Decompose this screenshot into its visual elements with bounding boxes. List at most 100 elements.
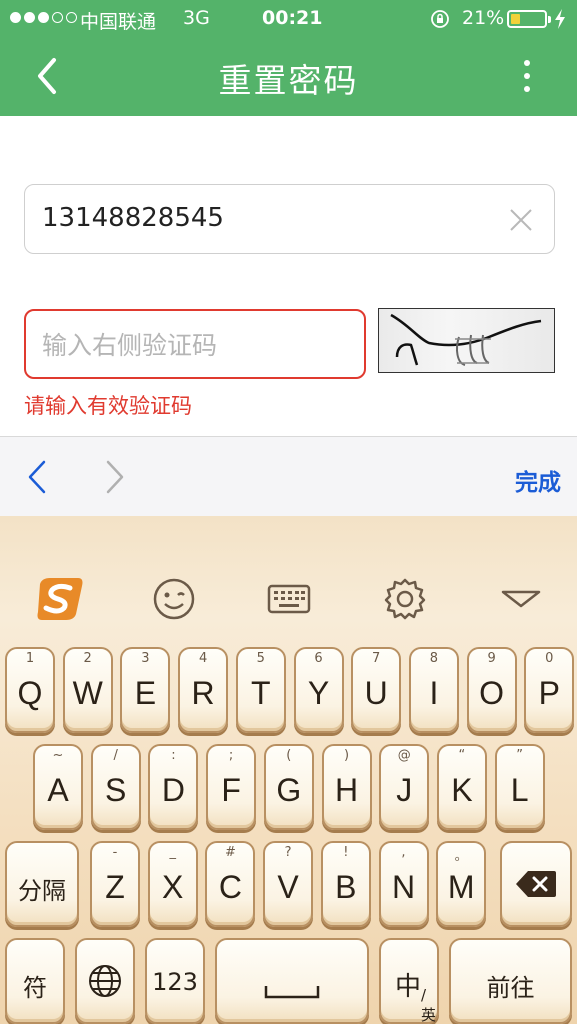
key-c[interactable]: # C — [205, 841, 256, 927]
key-k[interactable]: “K — [436, 744, 487, 830]
next-field-button[interactable] — [100, 457, 130, 497]
backspace-icon — [516, 871, 556, 897]
key-f[interactable]: ; F — [206, 744, 257, 830]
key-hint: ~ — [52, 748, 64, 763]
key-hint: 2 — [83, 651, 92, 666]
key-letter: F — [221, 772, 241, 808]
key-letter: D — [161, 772, 185, 808]
key-g[interactable]: (G — [263, 744, 314, 830]
key-hint: ! — [343, 845, 349, 860]
key-letter: C — [218, 869, 242, 905]
hide-keyboard-icon[interactable] — [498, 576, 544, 622]
key-t[interactable]: 5T — [235, 647, 286, 733]
key-letter: Q — [17, 675, 43, 711]
carrier-name: 中国联通 — [80, 11, 157, 33]
captcha-error-message: 请输入有效验证码 — [24, 394, 192, 418]
key-b[interactable]: ! B — [320, 841, 371, 927]
captcha-input[interactable] — [42, 325, 342, 365]
key-h[interactable]: ) H — [321, 744, 372, 830]
key-x[interactable]: _ X — [147, 841, 198, 927]
key-letter: G — [276, 772, 302, 808]
separator-key[interactable]: 分隔 — [5, 841, 79, 927]
emoji-icon[interactable] — [151, 576, 197, 622]
key-hint: @ — [397, 748, 411, 763]
key-hint: # — [224, 845, 236, 860]
key-hint: - — [112, 845, 118, 860]
key-d[interactable]: :D — [148, 744, 199, 830]
go-label: 前往 — [486, 974, 535, 1002]
key-v[interactable]: ? V — [263, 841, 314, 927]
key-a[interactable]: ~ A — [33, 744, 83, 830]
key-j[interactable]: @ J — [379, 744, 430, 830]
key-letter: R — [191, 675, 215, 711]
key-hint: , — [401, 845, 406, 860]
key-z[interactable]: -Z — [90, 841, 140, 927]
key-letter: L — [510, 772, 529, 808]
key-q[interactable]: 1Q — [5, 647, 55, 733]
key-e[interactable]: 3E — [120, 647, 171, 733]
key-letter: K — [451, 772, 473, 808]
key-letter: P — [538, 675, 560, 711]
done-button[interactable]: 完成 — [515, 463, 561, 497]
key-letter: Y — [307, 675, 330, 711]
key-hint: : — [171, 748, 176, 763]
key-i[interactable]: 8I — [408, 647, 459, 733]
key-y[interactable]: 6Y — [293, 647, 344, 733]
phone-field[interactable]: 13148828545 — [24, 184, 555, 254]
backspace-key[interactable] — [500, 841, 572, 927]
space-key[interactable] — [215, 938, 369, 1024]
key-hint: 3 — [141, 651, 150, 666]
phone-value: 13148828545 — [42, 203, 224, 233]
key-l[interactable]: ” L — [494, 744, 545, 830]
battery-icon — [507, 10, 551, 28]
language-sub-label: /英 — [421, 986, 437, 1024]
more-options-button[interactable] — [512, 56, 542, 96]
settings-gear-icon[interactable] — [382, 576, 428, 622]
key-s[interactable]: / S — [90, 744, 141, 830]
key-letter: Z — [105, 869, 125, 905]
symbol-key[interactable]: 符 — [5, 938, 65, 1024]
key-n[interactable]: ,N — [378, 841, 429, 927]
globe-key[interactable] — [75, 938, 135, 1024]
key-letter: A — [47, 772, 69, 808]
page-title: 重置密码 — [218, 61, 359, 100]
captcha-field[interactable] — [24, 309, 366, 379]
key-w[interactable]: 2W — [62, 647, 113, 733]
key-hint: ? — [284, 845, 292, 860]
key-o[interactable]: 9O — [466, 647, 517, 733]
key-letter: I — [429, 675, 439, 711]
sogou-logo-icon[interactable] — [34, 574, 88, 622]
key-letter: V — [277, 869, 299, 905]
signal-strength-icon — [10, 12, 77, 23]
key-hint: 4 — [198, 651, 208, 666]
key-hint: ” — [516, 748, 523, 763]
keyboard-toolbar — [0, 564, 577, 634]
language-switch-key[interactable]: 中/英 — [379, 938, 439, 1024]
key-hint: 1 — [25, 651, 35, 666]
ime-keyboard: 1 Q 2 W 3 E 4 R 5 T 6 Y 7 U 8 I 9 O 0 P ~ A / S: D; F(G) H @ J “K” L 分隔… — [0, 516, 577, 1024]
go-key[interactable]: 前往 — [449, 938, 572, 1024]
key-letter: N — [391, 869, 416, 905]
key-hint: “ — [458, 748, 466, 763]
key-letter: T — [251, 675, 271, 711]
key-letter: H — [334, 772, 359, 808]
key-hint: ( — [286, 748, 292, 763]
numbers-label: 123 — [152, 968, 198, 996]
numbers-key[interactable]: 123 — [145, 938, 205, 1024]
clear-icon[interactable] — [508, 207, 534, 233]
key-hint: 0 — [545, 651, 554, 666]
key-hint: 。 — [454, 849, 468, 864]
key-r[interactable]: 4R — [178, 647, 229, 733]
key-m[interactable]: 。 M — [436, 841, 487, 927]
key-letter: B — [335, 869, 357, 905]
previous-field-button[interactable] — [22, 457, 52, 497]
key-hint: ; — [228, 748, 234, 763]
key-u[interactable]: 7U — [351, 647, 402, 733]
captcha-image[interactable] — [378, 308, 555, 373]
key-letter: O — [479, 675, 505, 711]
key-hint: 6 — [314, 651, 323, 666]
key-hint: ) — [343, 748, 350, 763]
key-p[interactable]: 0P — [524, 647, 575, 733]
keyboard-layout-icon[interactable] — [266, 576, 312, 622]
key-hint: _ — [169, 845, 176, 860]
